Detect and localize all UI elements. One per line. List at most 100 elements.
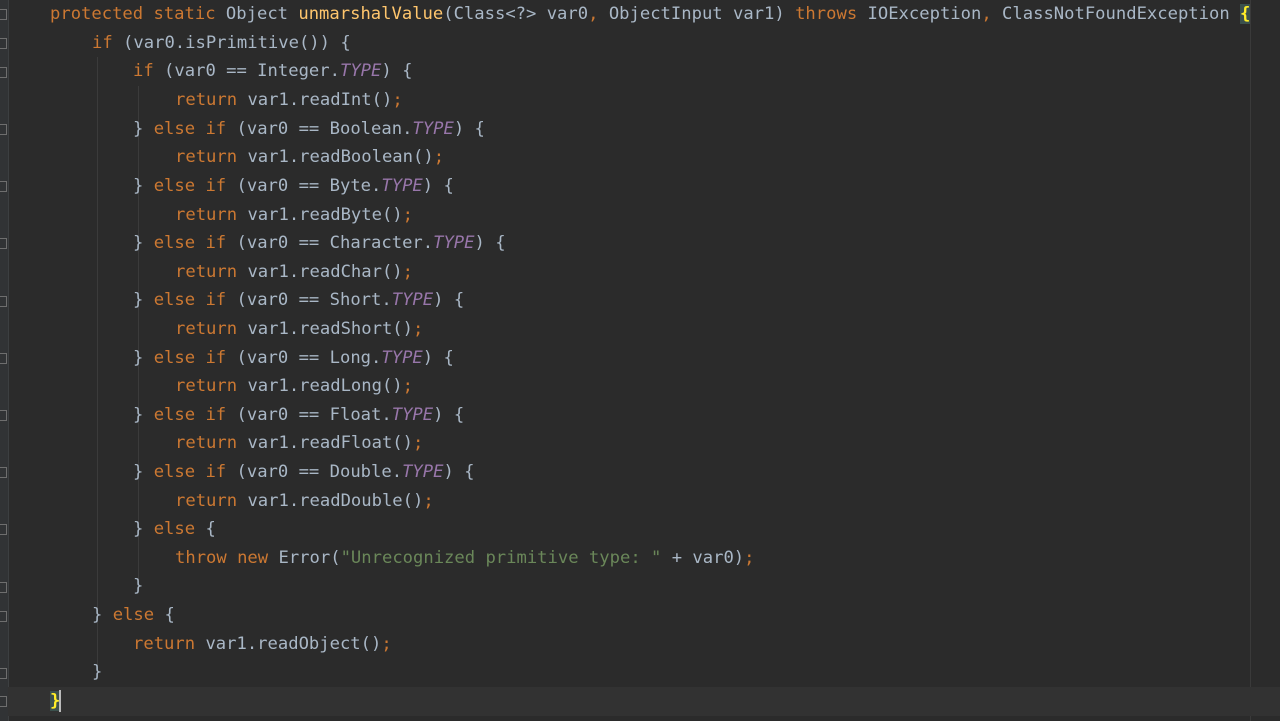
code-token: { [1240, 4, 1251, 24]
code-token: unmarshalValue [298, 4, 444, 24]
code-token: ) { [453, 119, 485, 139]
fold-marker-icon[interactable] [0, 67, 7, 78]
code-line[interactable]: } else if (var0 == Short.TYPE) { [133, 286, 464, 315]
code-token: ; [413, 319, 424, 339]
code-token: return [175, 491, 248, 511]
code-line[interactable]: return var1.readInt(); [175, 86, 403, 115]
code-token: (Class<?> var0 [443, 4, 589, 24]
code-token: TYPE [381, 348, 423, 368]
code-line[interactable]: return var1.readShort(); [175, 315, 423, 344]
code-token: ClassNotFoundException [1002, 4, 1241, 24]
code-line[interactable]: } else if (var0 == Long.TYPE) { [133, 344, 454, 373]
code-token: } [133, 462, 154, 482]
code-line[interactable]: return var1.readLong(); [175, 372, 413, 401]
indent-guide [138, 86, 139, 586]
fold-marker-icon[interactable] [0, 467, 7, 478]
code-token: if [133, 61, 165, 81]
code-token: ; [433, 147, 445, 167]
code-line[interactable]: return var1.readFloat(); [175, 429, 423, 458]
fold-marker-icon[interactable] [0, 124, 7, 135]
fold-marker-icon[interactable] [0, 582, 7, 593]
fold-marker-icon[interactable] [0, 238, 7, 249]
code-line[interactable]: } [133, 572, 143, 601]
code-token: ; [402, 376, 414, 396]
code-line[interactable]: return var1.readByte(); [175, 201, 413, 230]
code-line[interactable]: throw new Error("Unrecognized primitive … [175, 544, 755, 573]
fold-marker-icon[interactable] [0, 410, 7, 421]
code-token: if [92, 33, 124, 53]
code-token: else if [153, 348, 237, 368]
code-token: TYPE [339, 61, 382, 81]
fold-marker-icon[interactable] [0, 353, 7, 364]
code-token: } [133, 119, 154, 139]
code-token: var1.readBoolean() [247, 147, 434, 167]
code-token: var1.readInt() [247, 90, 393, 110]
code-line[interactable]: return var1.readObject(); [133, 630, 392, 659]
code-token: (var0 == Byte. [236, 176, 382, 196]
code-token: TYPE [391, 405, 434, 425]
code-token: (var0.isPrimitive()) { [123, 33, 351, 53]
code-token: return [133, 634, 206, 654]
code-line[interactable]: } else if (var0 == Double.TYPE) { [133, 458, 475, 487]
code-token: ObjectInput var1) [608, 4, 796, 24]
code-line[interactable]: } else if (var0 == Character.TYPE) { [133, 229, 506, 258]
code-token: else [153, 519, 206, 539]
code-line[interactable]: } else if (var0 == Boolean.TYPE) { [133, 115, 485, 144]
code-token: else if [153, 462, 237, 482]
code-line[interactable]: return var1.readDouble(); [175, 487, 434, 516]
code-token: ; [423, 491, 434, 511]
code-token: return [175, 90, 248, 110]
code-token: ) { [433, 290, 465, 310]
code-token: var1.readLong() [247, 376, 403, 396]
text-caret [59, 690, 62, 712]
fold-marker-icon[interactable] [0, 181, 7, 192]
code-token: (var0 == Double. [236, 462, 403, 482]
code-line[interactable]: return var1.readBoolean(); [175, 143, 444, 172]
code-line[interactable]: } [92, 658, 102, 687]
code-token: return [175, 262, 248, 282]
code-token: , [588, 4, 609, 24]
code-token: } [133, 405, 154, 425]
code-token: { [205, 519, 216, 539]
code-line[interactable]: if (var0 == Integer.TYPE) { [133, 57, 412, 86]
code-line[interactable]: protected static Object unmarshalValue(C… [50, 0, 1251, 29]
fold-marker-icon[interactable] [0, 524, 7, 535]
code-token: "Unrecognized primitive type: " [340, 548, 662, 568]
code-token: ) { [443, 462, 475, 482]
fold-marker-icon[interactable] [0, 696, 7, 707]
code-token: var1.readFloat() [247, 433, 414, 453]
code-line[interactable]: } [8, 687, 1280, 716]
code-token: ) { [474, 233, 506, 253]
fold-marker-icon[interactable] [0, 9, 7, 20]
code-token: TYPE [402, 462, 444, 482]
code-token: else if [153, 119, 237, 139]
code-token: ; [392, 90, 403, 110]
code-line[interactable]: } else { [92, 601, 175, 630]
code-token: } [133, 519, 154, 539]
code-token: { [164, 605, 175, 625]
fold-marker-icon[interactable] [0, 611, 7, 622]
code-token: } [92, 605, 113, 625]
code-token: } [92, 662, 103, 682]
code-token: var1.readShort() [247, 319, 414, 339]
code-token: else [112, 605, 165, 625]
code-line[interactable]: return var1.readChar(); [175, 258, 413, 287]
code-token: ) { [422, 176, 454, 196]
code-line[interactable]: } else if (var0 == Byte.TYPE) { [133, 172, 454, 201]
fold-marker-icon[interactable] [0, 38, 7, 49]
code-token: return [175, 319, 248, 339]
code-token: else if [153, 405, 237, 425]
code-token: var1.readObject() [205, 634, 382, 654]
code-token: else if [153, 233, 237, 253]
code-line[interactable]: } else { [133, 515, 216, 544]
code-line[interactable]: } else if (var0 == Float.TYPE) { [133, 401, 464, 430]
code-editor[interactable]: } protected static Object unmarshalValue… [0, 0, 1280, 721]
fold-marker-icon[interactable] [0, 296, 7, 307]
code-token: throws [795, 4, 868, 24]
right-margin-guide [1250, 0, 1251, 721]
code-token: ; [402, 262, 414, 282]
code-token: ; [413, 433, 424, 453]
code-token: TYPE [391, 290, 434, 310]
fold-marker-icon[interactable] [0, 668, 7, 679]
code-line[interactable]: if (var0.isPrimitive()) { [92, 29, 351, 58]
